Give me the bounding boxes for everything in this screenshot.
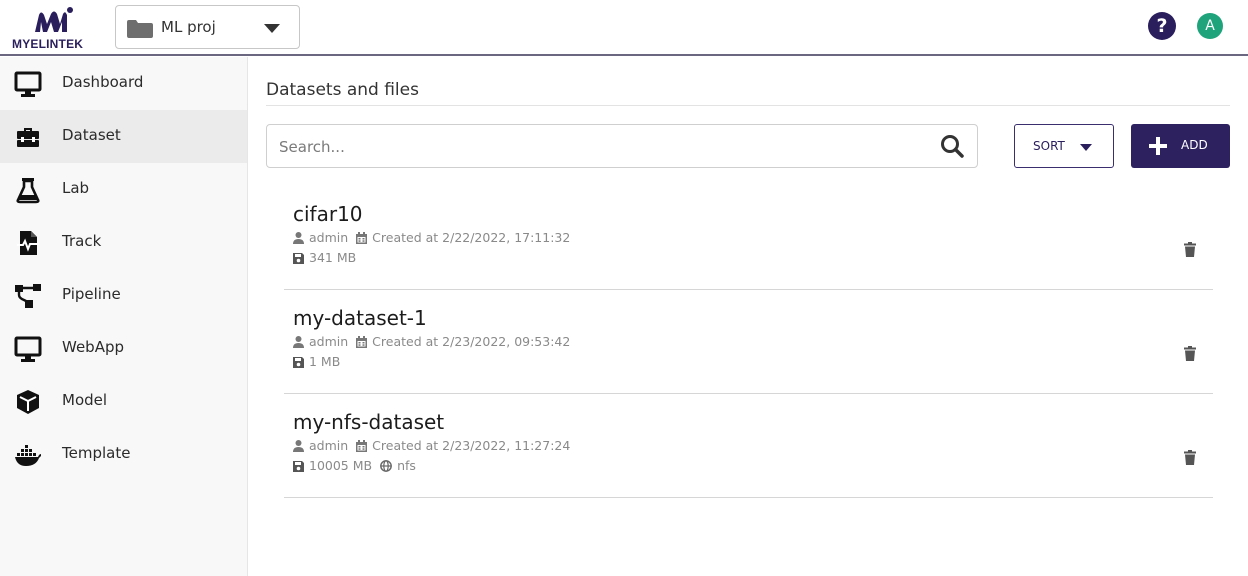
sidebar-item-label: WebApp	[62, 338, 125, 356]
sidebar-item-dashboard[interactable]: Dashboard	[0, 57, 247, 110]
dataset-name[interactable]: cifar10	[293, 202, 363, 226]
user-icon	[293, 440, 304, 452]
sidebar-item-label: Dataset	[62, 126, 121, 144]
calendar-icon	[356, 440, 368, 452]
pipeline-icon	[15, 284, 41, 308]
user-icon	[293, 232, 304, 244]
sidebar-item-label: Pipeline	[62, 285, 121, 303]
search-input[interactable]	[279, 135, 879, 159]
save-disk-icon	[293, 357, 304, 368]
sidebar-item-label: Dashboard	[62, 73, 144, 91]
sort-button[interactable]: SORT	[1014, 124, 1114, 168]
heartbeat-file-icon	[17, 231, 39, 255]
sidebar: Dashboard Dataset Lab Track Pipeline Web…	[0, 57, 248, 576]
user-icon	[293, 336, 304, 348]
plus-icon	[1149, 137, 1167, 155]
avatar[interactable]: A	[1197, 13, 1223, 39]
sidebar-item-track[interactable]: Track	[0, 216, 247, 269]
flask-icon	[16, 178, 40, 204]
dataset-size: 1 MB	[309, 354, 341, 369]
sidebar-item-lab[interactable]: Lab	[0, 163, 247, 216]
chevron-down-icon	[264, 24, 280, 33]
monitor-icon	[14, 71, 42, 97]
dataset-size-row: 1 MB	[293, 354, 340, 370]
save-disk-icon	[293, 253, 304, 264]
sidebar-item-label: Lab	[62, 179, 90, 197]
top-bar: MYELINTEK ML proj ? A	[0, 0, 1248, 56]
docker-icon	[15, 445, 41, 466]
dataset-owner: admin	[309, 230, 349, 245]
globe-icon	[380, 460, 393, 472]
dataset-created: Created at 2/23/2022, 09:53:42	[372, 334, 571, 349]
sidebar-item-label: Track	[62, 232, 102, 250]
sidebar-item-label: Template	[62, 444, 131, 462]
dataset-created: Created at 2/23/2022, 11:27:24	[372, 438, 571, 453]
dataset-name[interactable]: my-nfs-dataset	[293, 410, 444, 434]
project-selector[interactable]: ML proj	[115, 5, 300, 49]
logo-mark-icon	[35, 7, 73, 32]
folder-icon	[127, 20, 153, 38]
dataset-meta: admin Created at 2/23/2022, 09:53:42	[293, 334, 570, 350]
sidebar-item-dataset[interactable]: Dataset	[0, 110, 247, 163]
project-name: ML proj	[161, 18, 216, 36]
sidebar-item-label: Model	[62, 391, 108, 409]
trash-icon[interactable]	[1184, 450, 1196, 465]
dataset-size-row: 341 MB	[293, 250, 356, 266]
sidebar-item-template[interactable]: Template	[0, 428, 247, 481]
dataset-meta: admin Created at 2/22/2022, 17:11:32	[293, 230, 570, 246]
calendar-icon	[356, 336, 368, 348]
dataset-row[interactable]: cifar10 admin Created at 2/22/2022, 17:11…	[284, 186, 1213, 290]
trash-icon[interactable]	[1184, 242, 1196, 257]
sidebar-item-pipeline[interactable]: Pipeline	[0, 269, 247, 322]
title-divider	[266, 105, 1230, 106]
dataset-protocol: nfs	[397, 458, 416, 473]
logo-text: MYELINTEK	[12, 37, 84, 51]
add-button-label: ADD	[1181, 138, 1208, 152]
toolbox-icon	[17, 128, 39, 147]
monitor-icon	[14, 336, 42, 362]
dataset-meta: admin Created at 2/23/2022, 11:27:24	[293, 438, 570, 454]
dataset-name[interactable]: my-dataset-1	[293, 306, 427, 330]
dataset-size: 341 MB	[309, 250, 357, 265]
sidebar-item-model[interactable]: Model	[0, 375, 247, 428]
dataset-size-row: 10005 MB nfs	[293, 458, 416, 474]
myelintek-logo[interactable]: MYELINTEK	[8, 4, 112, 52]
dataset-owner: admin	[309, 334, 349, 349]
dataset-owner: admin	[309, 438, 349, 453]
sort-button-label: SORT	[1033, 139, 1065, 153]
search-box	[266, 124, 978, 168]
trash-icon[interactable]	[1184, 346, 1196, 361]
cube-icon	[17, 390, 39, 414]
add-dataset-button[interactable]: ADD	[1131, 124, 1230, 168]
dataset-size: 10005 MB	[309, 458, 373, 473]
help-icon[interactable]: ?	[1148, 12, 1176, 40]
calendar-icon	[356, 232, 368, 244]
page-title: Datasets and files	[266, 80, 419, 100]
sidebar-item-webapp[interactable]: WebApp	[0, 322, 247, 375]
save-disk-icon	[293, 461, 304, 472]
chevron-down-icon	[1080, 144, 1092, 151]
dataset-created: Created at 2/22/2022, 17:11:32	[372, 230, 571, 245]
dataset-row[interactable]: my-nfs-dataset admin Created at 2/23/2022…	[284, 394, 1213, 498]
dataset-row[interactable]: my-dataset-1 admin Created at 2/23/2022, …	[284, 290, 1213, 394]
search-icon[interactable]	[940, 134, 964, 158]
